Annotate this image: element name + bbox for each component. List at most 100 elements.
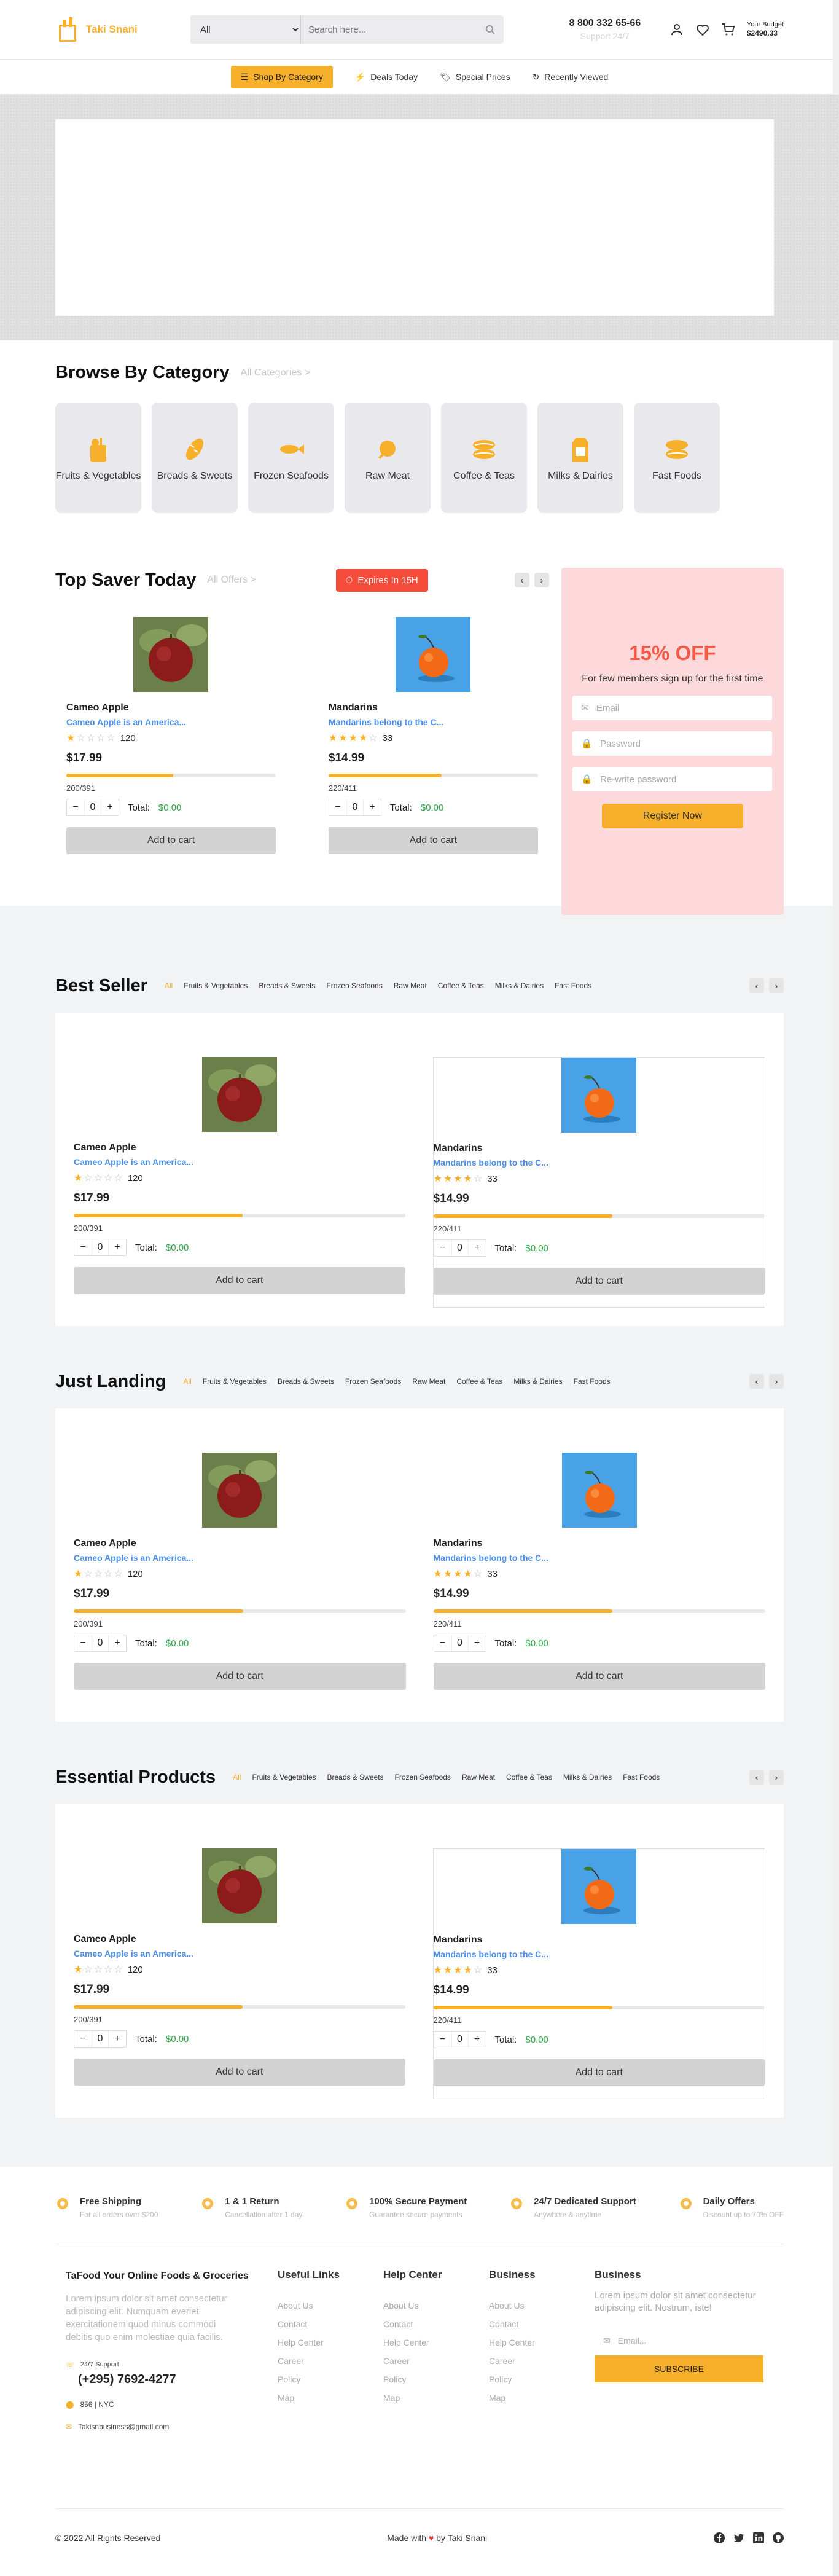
product-description[interactable]: Cameo Apple is an America... <box>74 1553 406 1563</box>
next-arrow-button[interactable]: › <box>534 573 549 587</box>
hero-banner[interactable] <box>55 119 774 316</box>
minus-icon[interactable]: − <box>74 1635 92 1651</box>
plus-icon[interactable]: + <box>109 2031 126 2047</box>
mandarin-image[interactable] <box>561 1058 637 1133</box>
minus-icon[interactable]: − <box>434 2032 451 2048</box>
next-arrow-button[interactable]: › <box>769 1374 784 1389</box>
product-card-apple[interactable]: Cameo Apple Cameo Apple is an America... ★… <box>74 1057 405 1308</box>
apple-image[interactable] <box>201 1057 277 1132</box>
product-card-mandarin[interactable]: Mandarins Mandarins belong to the C... ★ ★ ★… <box>318 617 549 854</box>
promo-password-field[interactable]: 🔒 Password <box>572 731 773 756</box>
category-coffee-teas[interactable]: Coffee & Teas <box>441 402 527 513</box>
category-frozen-seafoods[interactable]: Frozen Seafoods <box>248 402 334 513</box>
user-icon[interactable] <box>669 22 684 37</box>
product-description[interactable]: Cameo Apple is an America... <box>74 1949 405 1958</box>
quantity-value[interactable]: 0 <box>451 1635 469 1651</box>
nav-deals-today[interactable]: ⚡ Deals Today <box>355 72 418 82</box>
footer-link[interactable]: Policy <box>489 2374 595 2384</box>
search-input[interactable] <box>300 15 477 44</box>
plus-icon[interactable]: + <box>469 2032 486 2048</box>
shelf-tab[interactable]: Fast Foods <box>623 1773 660 1781</box>
shelf-tab[interactable]: Coffee & Teas <box>456 1377 502 1386</box>
product-name[interactable]: Cameo Apple <box>74 1142 405 1153</box>
heart-icon[interactable] <box>695 22 710 37</box>
footer-link[interactable]: Map <box>489 2393 595 2403</box>
shelf-tab[interactable]: Fast Foods <box>555 981 591 990</box>
footer-link[interactable]: Contact <box>383 2319 489 2329</box>
facebook-icon[interactable] <box>713 2532 725 2543</box>
cart-icon[interactable] <box>721 22 736 37</box>
add-to-cart-button[interactable]: Add to cart <box>433 1663 765 1690</box>
shelf-tab[interactable]: Raw Meat <box>412 1377 445 1386</box>
prev-arrow-button[interactable]: ‹ <box>514 573 529 587</box>
apple-image[interactable] <box>202 1453 278 1528</box>
shelf-tab[interactable]: Milks & Dairies <box>495 981 544 990</box>
register-button[interactable]: Register Now <box>601 804 743 828</box>
support-phone[interactable]: (+295) 7692-4277 <box>78 2373 278 2387</box>
mandarin-image[interactable] <box>561 1849 637 1924</box>
shelf-tab[interactable]: Frozen Seafoods <box>326 981 382 990</box>
all-categories-link[interactable]: All Categories > <box>241 367 310 379</box>
shelf-tab[interactable]: Frozen Seafoods <box>395 1773 451 1781</box>
newsletter-email-field[interactable]: ✉ Email... <box>595 2330 763 2352</box>
shelf-tab[interactable]: Fruits & Vegetables <box>252 1773 316 1781</box>
shelf-tab[interactable]: Milks & Dairies <box>563 1773 612 1781</box>
product-card-mandarin[interactable]: Mandarins Mandarins belong to the C... ★ ★ ★… <box>432 1057 765 1308</box>
mandarin-image[interactable] <box>561 1453 637 1528</box>
product-card-apple[interactable]: Cameo Apple Cameo Apple is an America... ★… <box>74 1453 406 1703</box>
footer-link[interactable]: Contact <box>489 2319 595 2329</box>
shop-by-category-button[interactable]: ☰ Shop By Category <box>230 65 333 88</box>
plus-icon[interactable]: + <box>101 799 119 815</box>
footer-link[interactable]: Help Center <box>278 2338 383 2347</box>
minus-icon[interactable]: − <box>329 799 346 815</box>
category-breads-sweets[interactable]: Breads & Sweets <box>152 402 238 513</box>
email-text[interactable]: Takisnbusiness@gmail.com <box>78 2422 169 2431</box>
shelf-tab[interactable]: Raw Meat <box>394 981 427 990</box>
minus-icon[interactable]: − <box>434 1635 451 1651</box>
shelf-tab[interactable]: Breads & Sweets <box>278 1377 334 1386</box>
quantity-value[interactable]: 0 <box>84 799 101 815</box>
footer-link[interactable]: About Us <box>489 2301 595 2311</box>
product-name[interactable]: Cameo Apple <box>74 1934 405 1945</box>
product-card-mandarin[interactable]: Mandarins Mandarins belong to the C... ★ ★ ★… <box>433 1453 765 1703</box>
product-description[interactable]: Cameo Apple is an America... <box>66 717 276 727</box>
quantity-value[interactable]: 0 <box>92 2031 109 2047</box>
add-to-cart-button[interactable]: Add to cart <box>433 1268 765 1295</box>
shelf-tab[interactable]: Milks & Dairies <box>513 1377 562 1386</box>
add-to-cart-button[interactable]: Add to cart <box>66 827 276 854</box>
shelf-tab[interactable]: Frozen Seafoods <box>345 1377 401 1386</box>
footer-link[interactable]: Career <box>383 2356 489 2366</box>
add-to-cart-button[interactable]: Add to cart <box>433 2059 765 2086</box>
promo-email-field[interactable]: ✉ Email <box>572 696 773 720</box>
footer-link[interactable]: About Us <box>383 2301 489 2311</box>
product-description[interactable]: Cameo Apple is an America... <box>74 1157 405 1167</box>
subscribe-button[interactable]: SUBSCRIBE <box>595 2355 763 2382</box>
product-description[interactable]: Mandarins belong to the C... <box>434 1158 765 1168</box>
product-name[interactable]: Cameo Apple <box>66 702 276 713</box>
category-milks-dairies[interactable]: Milks & Dairies <box>537 402 623 513</box>
shelf-tab[interactable]: Fruits & Vegetables <box>203 1377 267 1386</box>
logo[interactable]: Taki Snani <box>55 15 190 44</box>
quantity-value[interactable]: 0 <box>451 2032 469 2048</box>
twitter-icon[interactable] <box>733 2532 744 2543</box>
shelf-tab[interactable]: Fast Foods <box>574 1377 611 1386</box>
footer-link[interactable]: Map <box>278 2393 383 2403</box>
quantity-value[interactable]: 0 <box>92 1635 109 1651</box>
apple-image[interactable] <box>133 617 209 692</box>
promo-rewrite-password-field[interactable]: 🔒 Re-write password <box>572 767 773 791</box>
product-name[interactable]: Mandarins <box>434 1143 765 1154</box>
add-to-cart-button[interactable]: Add to cart <box>74 1663 406 1690</box>
add-to-cart-button[interactable]: Add to cart <box>74 1267 405 1294</box>
product-description[interactable]: Mandarins belong to the C... <box>434 1949 765 1959</box>
nav-special-prices[interactable]: 🏷 Special Prices <box>440 72 510 82</box>
shelf-tab[interactable]: All <box>183 1377 191 1386</box>
quantity-value[interactable]: 0 <box>451 1240 469 1256</box>
minus-icon[interactable]: − <box>74 2031 92 2047</box>
minus-icon[interactable]: − <box>434 1240 451 1256</box>
quantity-value[interactable]: 0 <box>92 1239 109 1255</box>
quantity-value[interactable]: 0 <box>346 799 364 815</box>
apple-image[interactable] <box>201 1848 277 1923</box>
prev-arrow-button[interactable]: ‹ <box>749 978 764 993</box>
add-to-cart-button[interactable]: Add to cart <box>74 2059 405 2086</box>
prev-arrow-button[interactable]: ‹ <box>749 1770 764 1785</box>
